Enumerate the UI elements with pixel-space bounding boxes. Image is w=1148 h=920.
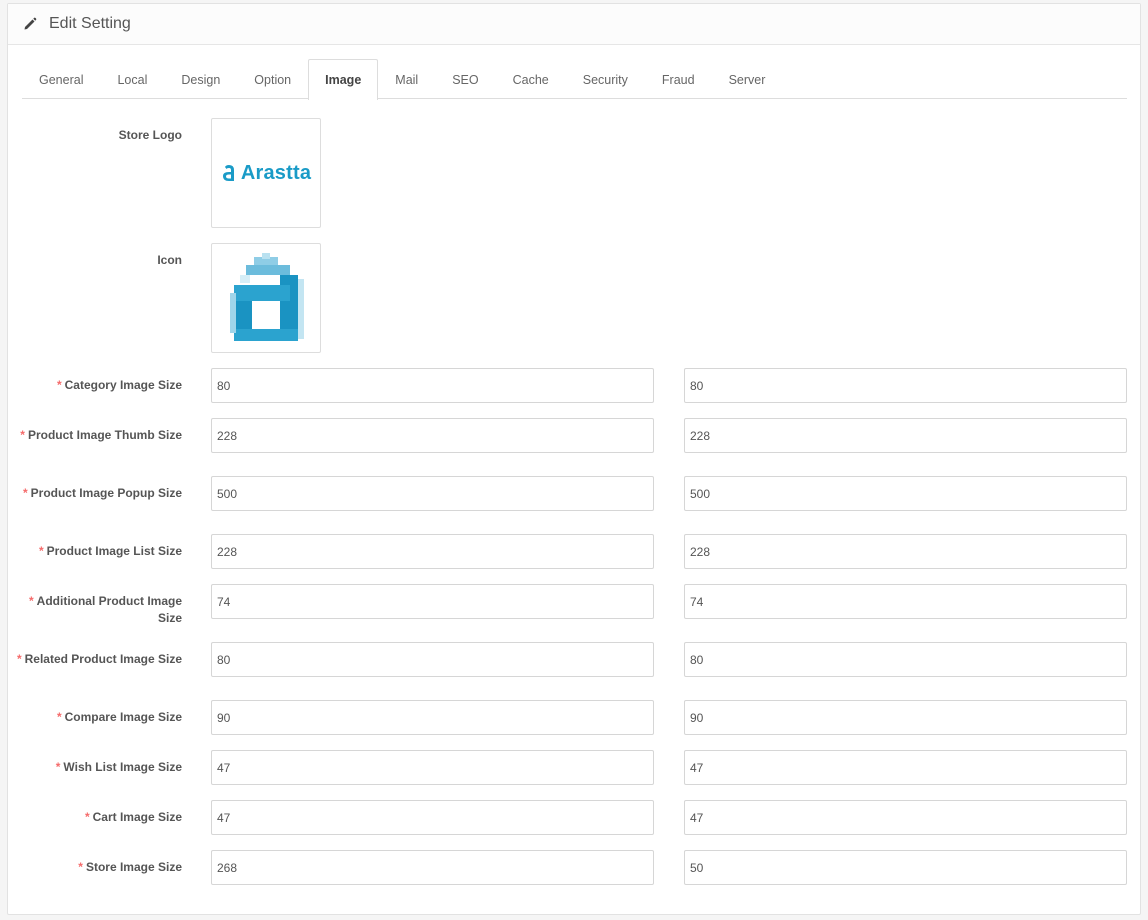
- category-image-size-label: * Category Image Size: [56, 378, 182, 392]
- related-product-image-size-label: * Related Product Image Size: [16, 652, 182, 666]
- related-image-height-input[interactable]: [684, 642, 1127, 677]
- wish-list-image-size-label: * Wish List Image Size: [55, 760, 182, 774]
- required-marker: *: [78, 860, 83, 874]
- additional-image-height-input[interactable]: [684, 584, 1127, 619]
- tab-fraud[interactable]: Fraud: [645, 59, 712, 99]
- required-marker: *: [22, 486, 28, 500]
- store-icon: [226, 249, 306, 348]
- tab-general[interactable]: General: [22, 59, 100, 99]
- tab-local[interactable]: Local: [100, 59, 164, 99]
- settings-tabs: General Local Design Option Image Mail S…: [22, 59, 1127, 100]
- category-image-width-input[interactable]: [211, 368, 654, 403]
- tab-option[interactable]: Option: [237, 59, 308, 99]
- product-image-list-size-label: * Product Image List Size: [38, 544, 182, 558]
- wishlist-image-width-input[interactable]: [211, 750, 654, 785]
- additional-product-image-size-label: * Additional Product Image Size: [28, 594, 182, 625]
- cart-image-height-input[interactable]: [684, 800, 1127, 835]
- icon-label: Icon: [157, 253, 182, 267]
- tab-mail[interactable]: Mail: [378, 59, 435, 99]
- required-marker: *: [84, 810, 90, 824]
- required-marker: *: [38, 544, 44, 558]
- tab-image[interactable]: Image: [308, 59, 379, 100]
- panel-heading: Edit Setting: [8, 4, 1140, 45]
- icon-thumbnail[interactable]: [211, 243, 321, 353]
- product-list-width-input[interactable]: [211, 534, 654, 569]
- required-marker: *: [56, 378, 62, 392]
- compare-image-width-input[interactable]: [211, 700, 654, 735]
- store-logo-label: Store Logo: [118, 128, 182, 142]
- cart-image-size-label: * Cart Image Size: [84, 810, 182, 824]
- store-logo-thumbnail[interactable]: Arastta: [211, 118, 321, 228]
- store-image-width-input[interactable]: [211, 850, 654, 885]
- required-marker: *: [20, 428, 25, 442]
- page-title: Edit Setting: [49, 15, 131, 32]
- tab-seo[interactable]: SEO: [435, 59, 495, 99]
- tab-server[interactable]: Server: [712, 59, 783, 99]
- pencil-icon: [23, 17, 37, 31]
- required-marker: *: [55, 760, 61, 774]
- product-image-popup-size-label: * Product Image Popup Size: [22, 486, 182, 500]
- product-thumb-width-input[interactable]: [211, 418, 654, 453]
- product-popup-height-input[interactable]: [684, 476, 1127, 511]
- product-list-height-input[interactable]: [684, 534, 1127, 569]
- required-marker: *: [56, 710, 62, 724]
- store-image-height-input[interactable]: [684, 850, 1127, 885]
- store-image-size-label: * Store Image Size: [78, 860, 182, 874]
- required-marker: *: [16, 652, 22, 666]
- compare-image-size-label: * Compare Image Size: [56, 710, 182, 724]
- tab-design[interactable]: Design: [164, 59, 237, 99]
- tab-security[interactable]: Security: [566, 59, 645, 99]
- additional-image-width-input[interactable]: [211, 584, 654, 619]
- tab-cache[interactable]: Cache: [496, 59, 566, 99]
- product-image-thumb-size-label: * Product Image Thumb Size: [20, 428, 182, 442]
- category-image-height-input[interactable]: [684, 368, 1127, 403]
- store-logo-text: Arastta: [240, 161, 312, 184]
- store-logo: Arastta: [221, 162, 311, 185]
- product-thumb-height-input[interactable]: [684, 418, 1127, 453]
- product-popup-width-input[interactable]: [211, 476, 654, 511]
- compare-image-height-input[interactable]: [684, 700, 1127, 735]
- cart-image-width-input[interactable]: [211, 800, 654, 835]
- related-image-width-input[interactable]: [211, 642, 654, 677]
- wishlist-image-height-input[interactable]: [684, 750, 1127, 785]
- settings-panel: Edit Setting General Local Design Option…: [7, 3, 1141, 915]
- required-marker: *: [28, 594, 34, 608]
